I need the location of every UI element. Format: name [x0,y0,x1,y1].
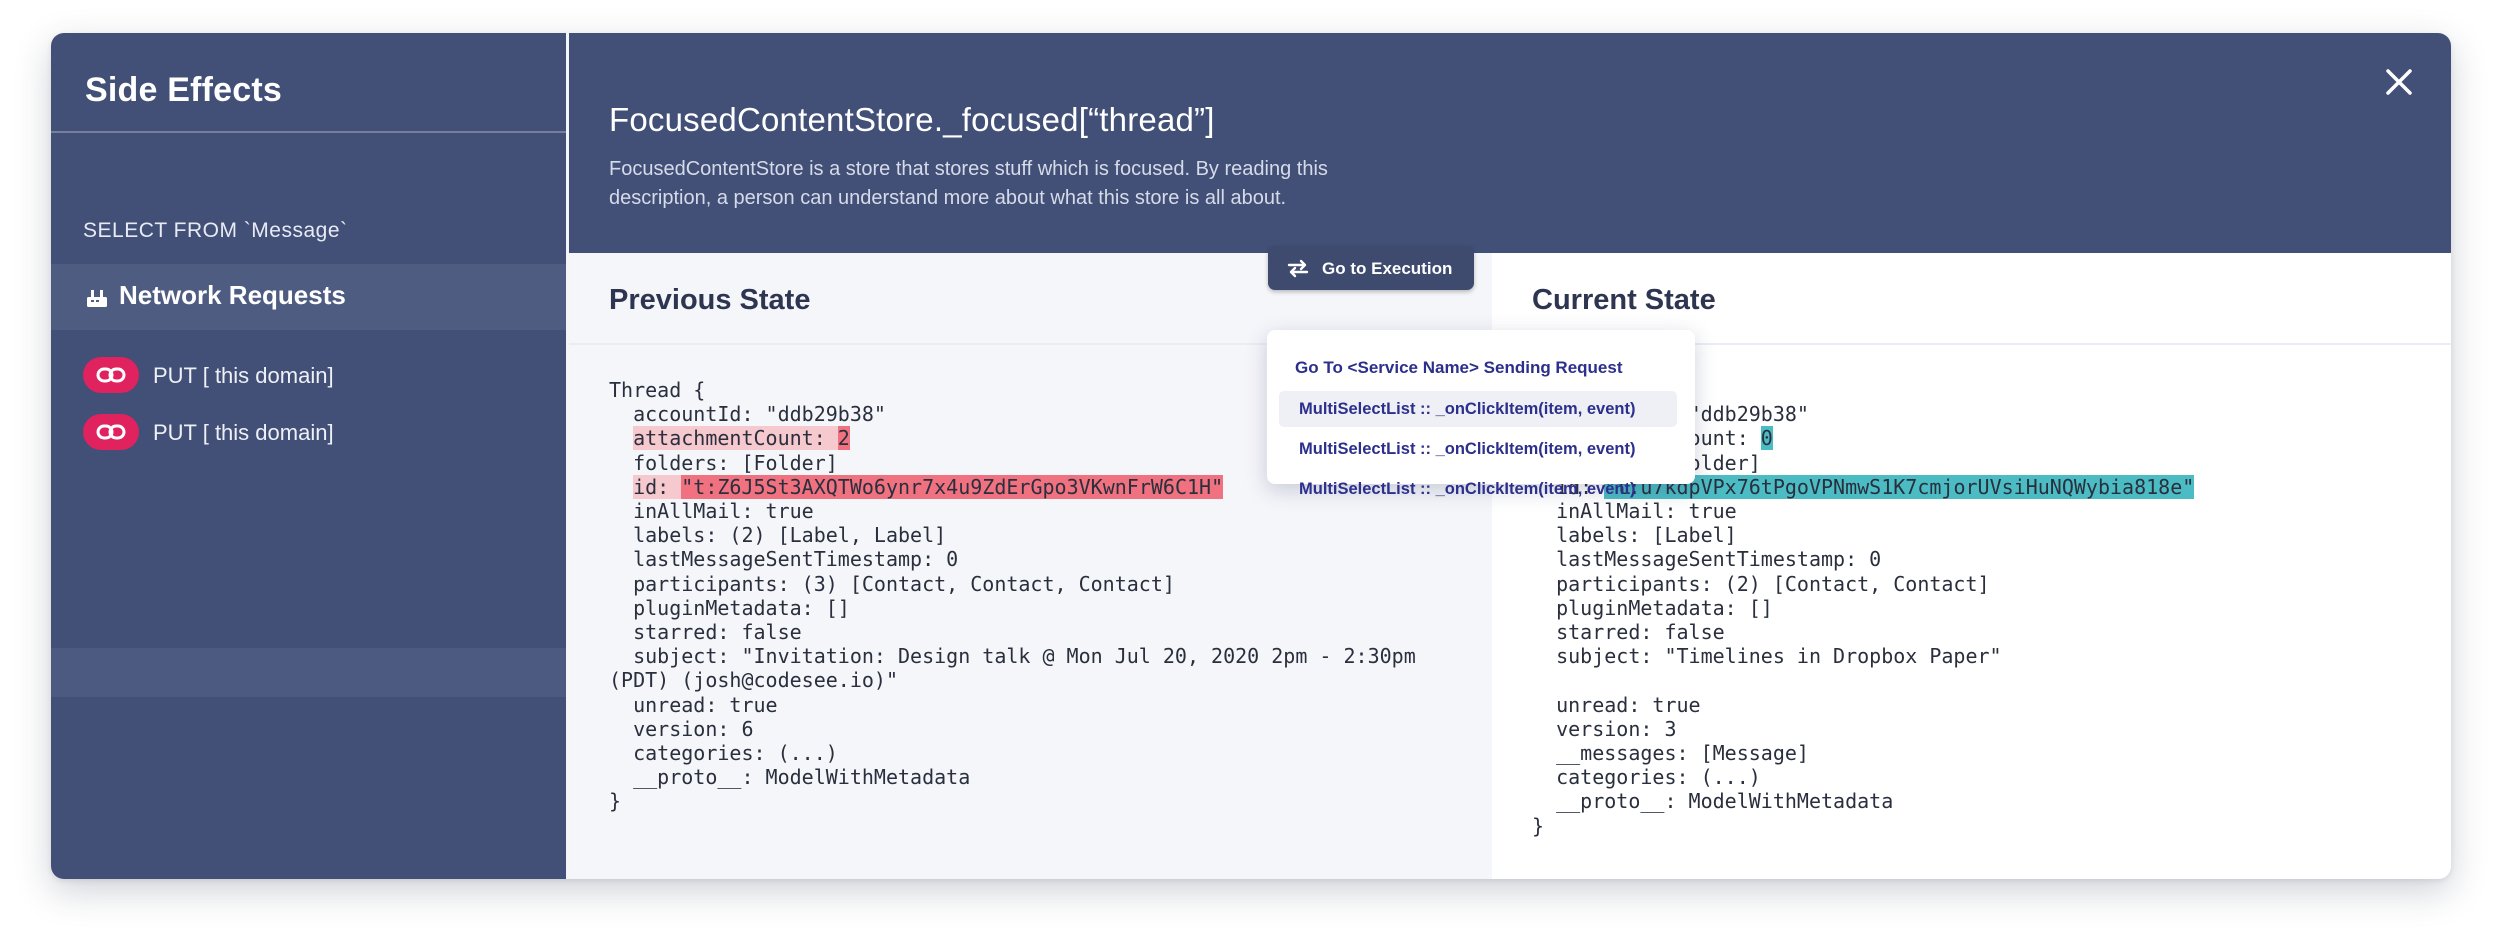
network-request-item[interactable]: PUT [ this domain] [83,414,553,450]
network-request-label: PUT [ this domain] [153,420,334,445]
execution-dropdown: Go To <Service Name> Sending Request Mul… [1267,330,1695,498]
link-badge [83,414,139,450]
swap-arrows-icon [1287,259,1309,278]
side-effects-card: Side Effects SELECT FROM `Message` Netwo… [51,33,2451,879]
code-line: version: 3 [1532,716,1677,741]
sidebar-title: Side Effects [85,71,283,109]
code-line: unread: true [1532,692,1701,717]
code-line: attachmentCount: 2 [633,426,850,451]
sidebar-title-divider [51,131,566,133]
code-line: starred: false [1532,620,1725,645]
previous-state-title: Previous State [609,284,811,316]
store-header: FocusedContentStore._focused[“thread”] F… [569,33,2451,253]
network-requests-label: Network Requests [119,280,346,310]
code-line: lastMessageSentTimestamp: 0 [609,547,959,572]
code-line: (PDT) (josh@codesee.io)" [609,668,898,693]
current-state-title: Current State [1532,284,1716,316]
code-line: lastMessageSentTimestamp: 0 [1532,547,1882,572]
store-title: FocusedContentStore._focused[“thread”] [609,101,1215,138]
code-line: subject: "Invitation: Design talk @ Mon … [609,644,1416,669]
dropdown-item-label: MultiSelectList :: _onClickItem(item, ev… [1299,480,1636,498]
code-line: } [609,789,622,814]
code-line: categories: (...) [609,741,838,766]
sidebar-query[interactable]: SELECT FROM `Message` [83,219,348,243]
code-line: inAllMail: true [609,499,814,524]
diff-value: 0 [1760,426,1773,451]
link-icon [96,424,126,440]
code-line: pluginMetadata: [] [1532,595,1773,620]
code-line: accountId: "ddb29b38" [609,402,886,427]
code-line: starred: false [609,620,802,645]
code-line: __proto__: ModelWithMetadata [1532,789,1894,814]
dropdown-item-label: MultiSelectList :: _onClickItem(item, ev… [1299,400,1636,418]
dropdown-header[interactable]: Go To <Service Name> Sending Request [1295,358,1623,378]
code-line: pluginMetadata: [] [609,595,850,620]
code-line: } [1532,813,1545,838]
code-line: version: 6 [609,716,754,741]
network-requests-section[interactable]: Network Requests [51,264,566,330]
diff-value: 2 [837,426,850,451]
code-line: participants: (2) [Contact, Contact] [1532,571,1990,596]
code-line: labels: (2) [Label, Label] [609,523,947,548]
code-line: id: "t:Z6J5St3AXQTWo6ynr7x4u9ZdErGpo3VKw… [633,474,1224,499]
close-icon[interactable] [2384,67,2414,97]
dropdown-item[interactable]: MultiSelectList :: _onClickItem(item, ev… [1279,431,1677,467]
code-line: folders: [Folder] [609,450,838,475]
sidebar-empty-row[interactable] [51,648,566,697]
code-line: participants: (3) [Contact, Contact, Con… [609,571,1175,596]
dropdown-item[interactable]: MultiSelectList :: _onClickItem(item, ev… [1279,391,1677,427]
dropdown-item[interactable]: MultiSelectList :: _onClickItem(item, ev… [1279,471,1677,507]
diff-value: "t:Z6J5St3AXQTWo6ynr7x4u9ZdErGpo3VKwnFrW… [681,474,1224,499]
link-badge [83,357,139,393]
link-icon [96,367,126,383]
code-line: __messages: [Message] [1532,741,1809,766]
go-to-execution-label: Go to Execution [1322,259,1453,278]
store-description: FocusedContentStore is a store that stor… [609,158,1328,209]
network-request-label: PUT [ this domain] [153,363,334,388]
code-line: categories: (...) [1532,765,1761,790]
network-request-item[interactable]: PUT [ this domain] [83,357,553,393]
code-line: subject: "Timelines in Dropbox Paper" [1532,644,2002,669]
code-line: __proto__: ModelWithMetadata [609,765,971,790]
go-to-execution-button[interactable]: Go to Execution [1268,246,1474,290]
code-line: Thread { [609,378,706,402]
dropdown-item-label: MultiSelectList :: _onClickItem(item, ev… [1299,440,1636,458]
code-line: labels: [Label] [1532,523,1737,548]
code-line: unread: true [609,692,778,717]
sidebar: Side Effects SELECT FROM `Message` Netwo… [51,33,566,879]
network-icon [87,290,107,307]
